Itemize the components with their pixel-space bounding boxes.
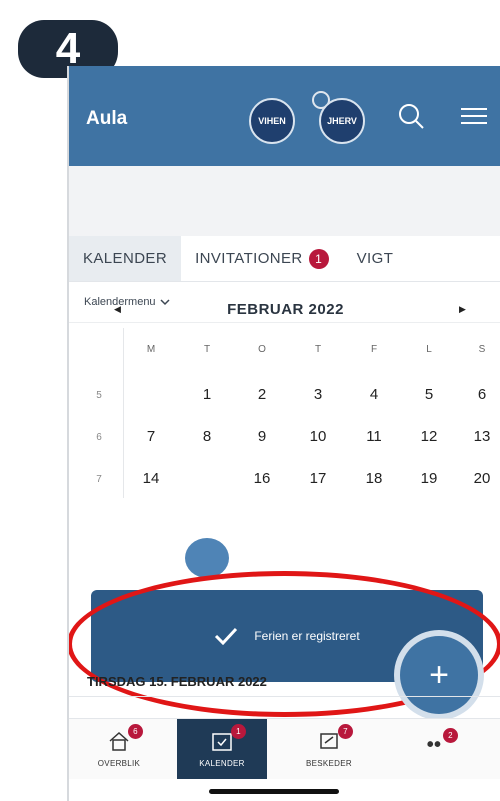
home-icon: 6	[107, 723, 143, 751]
calendar-day[interactable]: 11	[359, 428, 389, 445]
nav-overblik[interactable]: 6 OVERBLIK	[74, 719, 164, 779]
next-month-icon[interactable]: ▶	[459, 304, 466, 315]
profile-avatar[interactable]: VIHEN	[249, 98, 295, 144]
week-row: 6 7 8 9 10 11 12 13	[69, 420, 500, 462]
message-icon: 7	[317, 723, 353, 751]
more-badge: 2	[443, 728, 458, 743]
phone-screen: Aula VIHEN JHERV KALENDER INVITATIONER 1…	[67, 66, 500, 801]
calendar-day[interactable]: 18	[359, 470, 389, 487]
calendar-tabs: KALENDER INVITATIONER 1 VIGT	[69, 236, 500, 282]
selected-date-heading: TIRSDAG 15. FEBRUAR 2022	[87, 674, 267, 689]
calendar-day[interactable]: 12	[414, 428, 444, 445]
bottom-navigation: 6 OVERBLIK 1 KALENDER 7 BESKEDER •• 2	[69, 718, 500, 779]
add-event-button[interactable]: +	[400, 636, 478, 714]
weekday-label: T	[314, 344, 322, 355]
month-navigation: ◀ FEBRUAR 2022 ▶	[69, 292, 500, 326]
weekday-label: S	[478, 344, 486, 355]
calendar-icon: 1	[210, 723, 246, 751]
weekday-label: O	[258, 344, 266, 355]
nav-label: KALENDER	[199, 758, 245, 768]
app-title: Aula	[86, 108, 128, 129]
tab-invitationer[interactable]: INVITATIONER 1	[181, 236, 343, 281]
calendar-day[interactable]: 14	[136, 470, 166, 487]
weekday-label: L	[426, 344, 432, 355]
invitations-count-badge: 1	[308, 248, 329, 269]
home-indicator	[209, 789, 339, 794]
calendar-day[interactable]: 5	[414, 386, 444, 403]
nav-beskeder[interactable]: 7 BESKEDER	[284, 719, 374, 779]
calendar-day[interactable]: 17	[303, 470, 333, 487]
selected-day-highlight	[185, 538, 229, 578]
nav-label: OVERBLIK	[97, 758, 141, 768]
calendar-day[interactable]: 7	[136, 428, 166, 445]
tab-kalender[interactable]: KALENDER	[69, 236, 182, 281]
calendar-day[interactable]: 13	[467, 428, 497, 445]
calendar-day[interactable]: 20	[467, 470, 497, 487]
nav-kalender[interactable]: 1 KALENDER	[177, 719, 267, 779]
calendar-day[interactable]: 16	[247, 470, 277, 487]
calendar-day-selected[interactable]: 15	[192, 470, 222, 487]
calendar-day[interactable]: 3	[303, 386, 333, 403]
week-number: 6	[96, 432, 102, 443]
weekday-label: T	[203, 344, 211, 355]
search-icon[interactable]	[397, 102, 425, 130]
weekday-header-row: M T O T F L S	[69, 336, 500, 378]
spacer-band	[69, 166, 500, 236]
calendar-day[interactable]: 19	[414, 470, 444, 487]
week-row: 5 1 2 3 4 5 6	[69, 378, 500, 420]
child-avatar[interactable]: JHERV	[319, 98, 365, 144]
calendar-day[interactable]: 9	[247, 428, 277, 445]
nav-label: BESKEDER	[306, 758, 352, 768]
overblik-badge: 6	[128, 723, 143, 739]
calendar-day[interactable]: 6	[467, 386, 497, 403]
more-icon: •• 2	[422, 728, 458, 755]
nav-more[interactable]: •• 2	[399, 719, 469, 779]
weekday-label: F	[370, 344, 378, 355]
beskeder-badge: 7	[338, 723, 353, 739]
week-number: 5	[96, 390, 102, 401]
kalender-badge: 1	[231, 723, 246, 739]
week-row: 7 14 15 16 17 18 19 20	[69, 462, 500, 504]
calendar-day[interactable]: 1	[192, 386, 222, 403]
month-title: FEBRUAR 2022	[227, 301, 344, 318]
calendar-day[interactable]: 10	[303, 428, 333, 445]
calendar-day[interactable]: 2	[247, 386, 277, 403]
week-number: 7	[96, 474, 102, 485]
calendar-day[interactable]: 4	[359, 386, 389, 403]
tab-vigtige[interactable]: VIGT	[343, 236, 408, 281]
divider	[69, 696, 500, 697]
app-header: Aula VIHEN JHERV	[69, 66, 500, 166]
hamburger-menu-icon[interactable]	[461, 106, 487, 126]
weekday-label: M	[146, 344, 156, 355]
calendar-day[interactable]: 8	[192, 428, 222, 445]
calendar-grid: M T O T F L S 5 1 2 3 4 5 6 6 7 8 9 10 1…	[69, 336, 500, 504]
